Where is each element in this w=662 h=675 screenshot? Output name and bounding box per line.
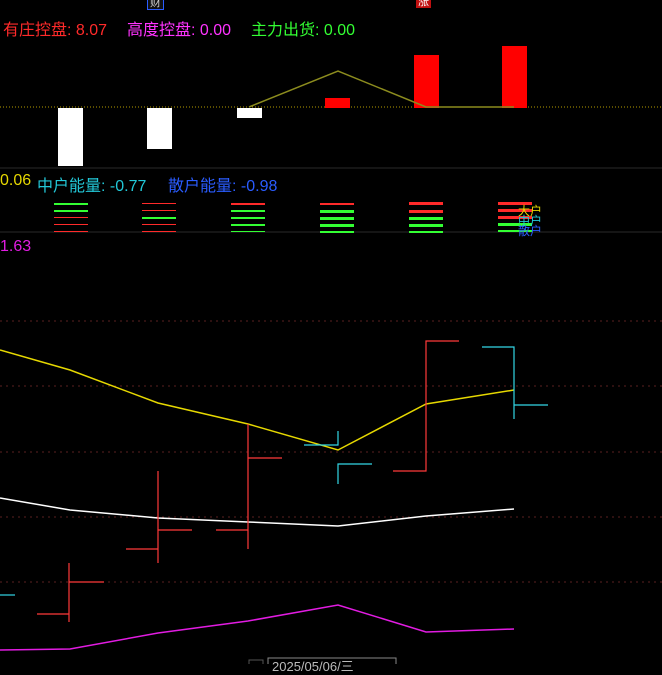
step-markers <box>0 340 548 622</box>
stripe-group-1 <box>54 203 88 232</box>
stripe-group-2 <box>142 203 176 232</box>
indicator-chart <box>0 46 662 664</box>
date-box-left <box>248 659 264 664</box>
bar-red-3 <box>502 46 527 108</box>
panel1-olive-line <box>248 70 514 108</box>
stripe-group-5 <box>409 202 443 233</box>
stripe-group-4 <box>320 203 354 233</box>
bar-white-2 <box>147 108 172 149</box>
legend-sanhu: 散户 <box>518 224 543 238</box>
bar-white-1 <box>58 108 83 166</box>
bar-red-2 <box>414 55 439 108</box>
white-line <box>0 497 515 527</box>
bar-white-3 <box>237 108 262 118</box>
yellow-line <box>0 349 515 451</box>
magenta-line <box>0 604 515 651</box>
bottom-date: 2025/05/06/三 <box>272 659 354 674</box>
panel3-grid <box>0 320 662 583</box>
bar-red-1 <box>325 98 350 108</box>
energy-stripes <box>54 202 532 233</box>
stripe-group-3 <box>231 203 265 232</box>
